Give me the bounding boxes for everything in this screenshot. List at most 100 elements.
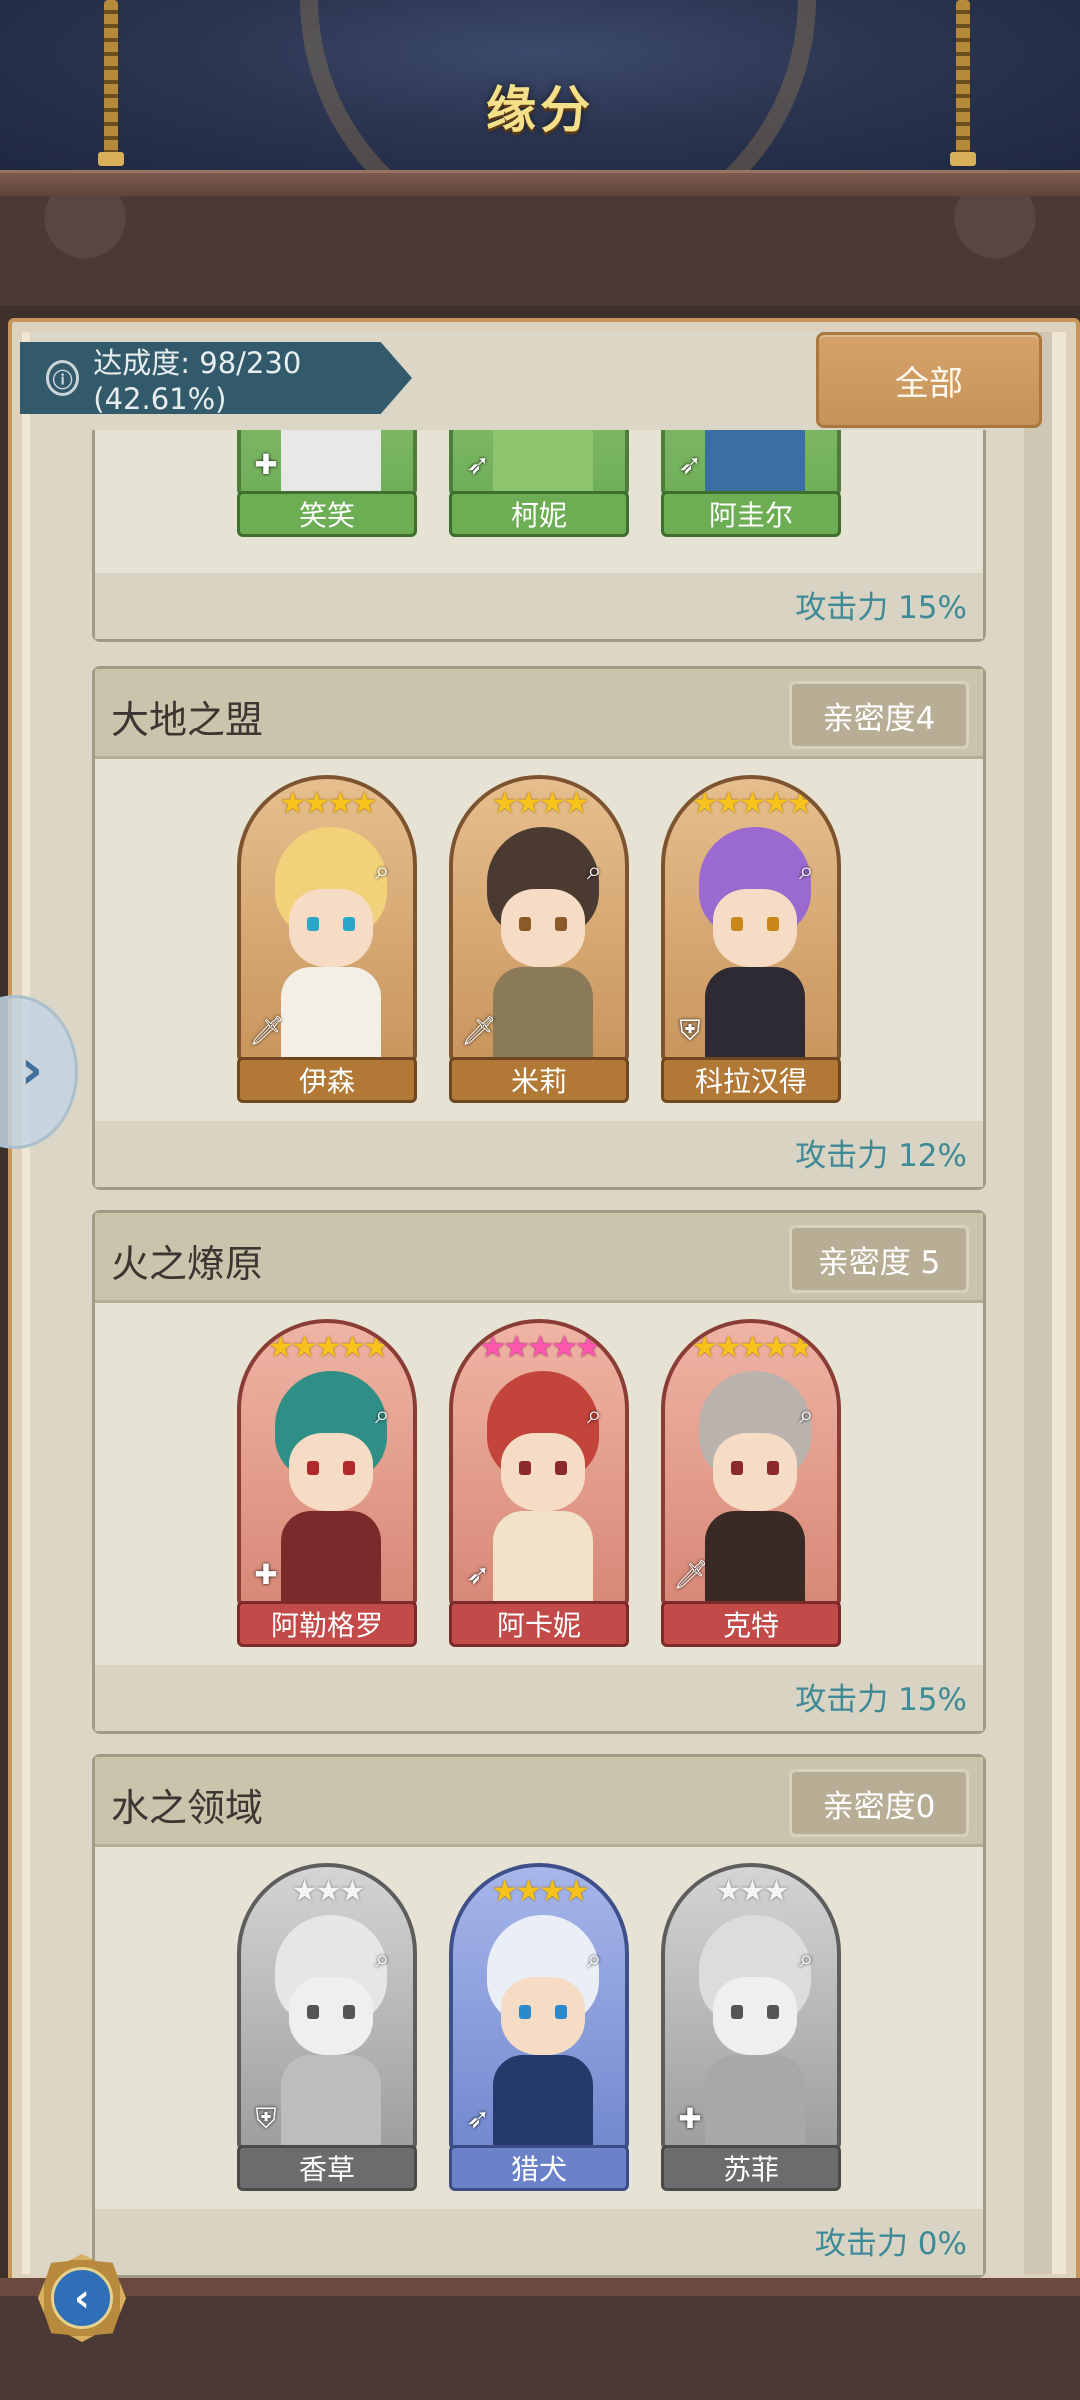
hero-portrait: ➶: [449, 430, 629, 499]
hero-portrait: ★★★ ⌕ ⛨: [237, 1863, 417, 2153]
search-icon[interactable]: ⌕: [375, 1945, 403, 1973]
hero-name: 伊森: [237, 1057, 417, 1103]
sword-icon: 🗡: [673, 1558, 709, 1591]
hero-portrait: ★★★★ ⌕ 🗡: [237, 775, 417, 1065]
hero-card[interactable]: ★★★★★ ⌕ ➶ 阿卡妮: [449, 1319, 629, 1647]
group-footer: 攻击力 15%: [95, 1665, 983, 1731]
bond-group-card: 火之燎原 亲密度 5 ★★★★★ ⌕ ✚ 阿勒格罗 ★★★★★ ⌕ ➶ 阿卡妮 …: [92, 1210, 986, 1734]
group-footer: 攻击力 12%: [95, 1121, 983, 1187]
cross-icon: ✚: [254, 448, 278, 481]
star-rating: ★★★★★: [691, 1330, 813, 1365]
hero-portrait: ★★★★ ⌕ 🗡: [449, 775, 629, 1065]
cross-icon: ✚: [678, 2102, 702, 2135]
hero-portrait: ★★★★★ ⌕ 🗡: [661, 1319, 841, 1609]
achievement-banner[interactable]: ⓘ 达成度: 98/230 (42.61%): [20, 342, 412, 414]
bonus-text: 攻击力 15%: [795, 590, 967, 626]
header: 缘分: [0, 0, 1080, 175]
hero-card[interactable]: ★★★ ⌕ ✚ 苏菲: [661, 1863, 841, 2191]
hero-card[interactable]: ★★★★ ⌕ 🗡 伊森: [237, 775, 417, 1103]
search-icon[interactable]: ⌕: [375, 1401, 403, 1429]
search-icon[interactable]: ⌕: [587, 857, 615, 885]
hero-portrait: ★★★★★ ⌕ ⛨: [661, 775, 841, 1065]
hero-name: 苏菲: [661, 2145, 841, 2191]
back-button[interactable]: ‹: [38, 2254, 126, 2342]
search-icon[interactable]: ⌕: [375, 857, 403, 885]
chain-foot-left: [98, 152, 124, 166]
star-rating: ★★★★: [279, 786, 378, 821]
intimacy-badge[interactable]: 亲密度 5: [789, 1225, 969, 1293]
panel-scroll-track[interactable]: [1024, 332, 1052, 2274]
hero-card[interactable]: ★★★★★ ⌕ ⛨ 科拉汉得: [661, 775, 841, 1103]
group-card-clipped: ✚ 笑笑 ➶ 柯妮 ➶ 阿圭尔 攻击力 15%: [92, 430, 986, 645]
search-icon[interactable]: ⌕: [587, 1945, 615, 1973]
hero-card[interactable]: ➶ 阿圭尔: [661, 430, 841, 537]
group-name: 火之燎原: [111, 1242, 264, 1286]
chevron-left-icon: ‹: [51, 2267, 113, 2329]
hero-name: 克特: [661, 1601, 841, 1647]
bond-group-card: 水之领域 亲密度0 ★★★ ⌕ ⛨ 香草 ★★★★ ⌕ ➶ 猎犬 ★★★ ⌕ ✚…: [92, 1754, 986, 2278]
bond-group-card: 大地之盟 亲密度4 ★★★★ ⌕ 🗡 伊森 ★★★★ ⌕ 🗡 米莉 ★★★★★ …: [92, 666, 986, 1190]
search-icon[interactable]: ⌕: [587, 1401, 615, 1429]
bonus-text: 攻击力 0%: [814, 2226, 967, 2262]
gear-band: [0, 196, 1080, 306]
chevron-right-icon: ›: [20, 1038, 43, 1101]
hero-portrait: ➶: [661, 430, 841, 499]
header-divider: [0, 170, 1080, 199]
hero-name: 柯妮: [449, 491, 629, 537]
group-footer: 攻击力 0%: [95, 2209, 983, 2275]
hero-portrait: ★★★★ ⌕ ➶: [449, 1863, 629, 2153]
bow-icon: ➶: [678, 448, 702, 481]
star-rating: ★★★: [291, 1874, 366, 1909]
hero-portrait: ★★★★★ ⌕ ✚: [237, 1319, 417, 1609]
star-rating: ★★★★★: [691, 786, 813, 821]
group-header: 火之燎原 亲密度 5: [95, 1213, 983, 1303]
info-icon[interactable]: ⓘ: [46, 360, 80, 396]
group-header: 大地之盟 亲密度4: [95, 669, 983, 759]
search-icon[interactable]: ⌕: [799, 1945, 827, 1973]
star-rating: ★★★★: [491, 1874, 590, 1909]
star-rating: ★★★★: [491, 786, 590, 821]
group-name: 水之领域: [111, 1786, 264, 1830]
achievement-label: 达成度: 98/230 (42.61%): [93, 346, 302, 416]
hero-card[interactable]: ★★★★★ ⌕ 🗡 克特: [661, 1319, 841, 1647]
sword-icon: 🗡: [249, 1014, 285, 1047]
hero-name: 笑笑: [237, 491, 417, 537]
hero-card[interactable]: ★★★★ ⌕ ➶ 猎犬: [449, 1863, 629, 2191]
search-icon[interactable]: ⌕: [799, 1401, 827, 1429]
hero-card[interactable]: ★★★★★ ⌕ ✚ 阿勒格罗: [237, 1319, 417, 1647]
group-name: 大地之盟: [111, 698, 264, 742]
hero-card-row: ✚ 笑笑 ➶ 柯妮 ➶ 阿圭尔: [237, 430, 841, 537]
hero-card[interactable]: ★★★ ⌕ ⛨ 香草: [237, 1863, 417, 2191]
hero-name: 阿卡妮: [449, 1601, 629, 1647]
shield-icon: ⛨: [679, 1014, 701, 1047]
hero-card[interactable]: ➶ 柯妮: [449, 430, 629, 537]
hero-card[interactable]: ✚ 笑笑: [237, 430, 417, 537]
hero-name: 阿圭尔: [661, 491, 841, 537]
hero-card-row: ★★★★ ⌕ 🗡 伊森 ★★★★ ⌕ 🗡 米莉 ★★★★★ ⌕ ⛨ 科拉汉得: [237, 775, 841, 1103]
filter-all-button[interactable]: 全部: [816, 332, 1042, 428]
bow-icon: ➶: [466, 448, 490, 481]
chain-foot-right: [950, 152, 976, 166]
intimacy-badge[interactable]: 亲密度0: [789, 1769, 969, 1837]
hero-card[interactable]: ★★★★ ⌕ 🗡 米莉: [449, 775, 629, 1103]
bonus-text: 攻击力 15%: [795, 1682, 967, 1718]
group-footer: 攻击力 15%: [95, 573, 983, 639]
cross-icon: ✚: [254, 1558, 278, 1591]
sword-icon: 🗡: [461, 1014, 497, 1047]
footer-bar: [0, 2278, 1080, 2400]
star-rating: ★★★★★: [267, 1330, 389, 1365]
page-title: 缘分: [486, 81, 594, 139]
search-icon[interactable]: ⌕: [799, 857, 827, 885]
hero-name: 香草: [237, 2145, 417, 2191]
intimacy-badge[interactable]: 亲密度4: [789, 681, 969, 749]
star-rating: ★★★: [715, 1874, 790, 1909]
bow-icon: ➶: [466, 1558, 490, 1591]
hero-card-row: ★★★★★ ⌕ ✚ 阿勒格罗 ★★★★★ ⌕ ➶ 阿卡妮 ★★★★★ ⌕ 🗡 克…: [237, 1319, 841, 1647]
hero-name: 科拉汉得: [661, 1057, 841, 1103]
bow-icon: ➶: [466, 2102, 490, 2135]
group-header: 水之领域 亲密度0: [95, 1757, 983, 1847]
bonus-text: 攻击力 12%: [795, 1138, 967, 1174]
hero-portrait: ★★★★★ ⌕ ➶: [449, 1319, 629, 1609]
hero-portrait: ✚: [237, 430, 417, 499]
shield-icon: ⛨: [255, 2102, 277, 2135]
